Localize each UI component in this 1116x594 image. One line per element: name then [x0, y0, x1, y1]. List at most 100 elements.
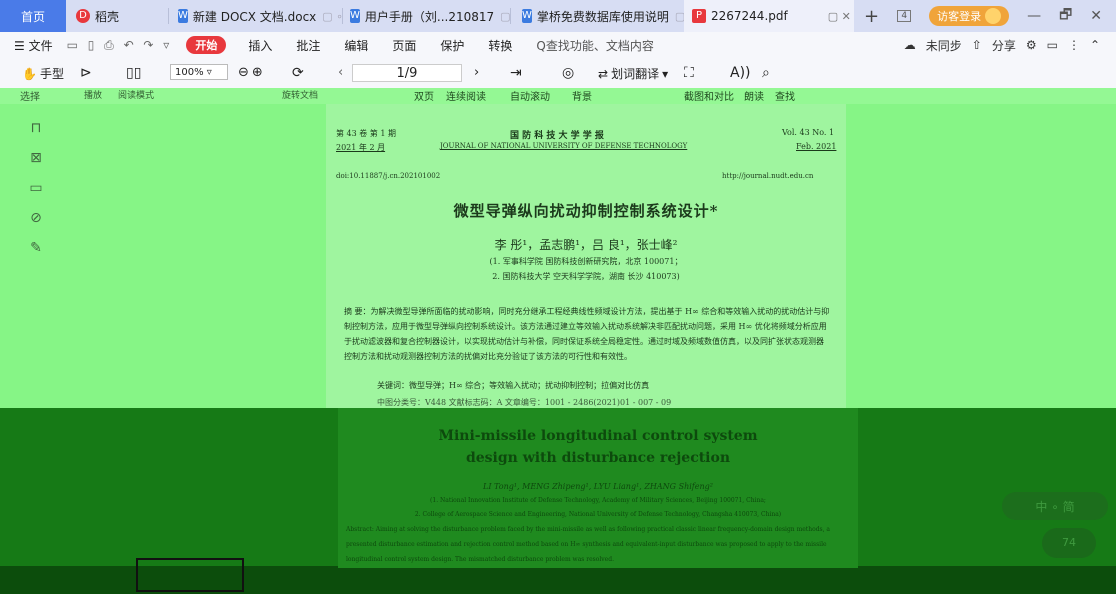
zoom-select[interactable]: 100% ▿	[170, 64, 228, 80]
menu-annotate[interactable]: 批注	[296, 37, 320, 54]
signature-icon[interactable]: ✎	[28, 240, 44, 256]
page-number-input[interactable]: 1/9	[352, 64, 462, 82]
eye-icon[interactable]: ◎	[562, 65, 574, 81]
unsynced-label[interactable]: 未同步	[926, 37, 962, 54]
word-icon: W	[178, 9, 188, 23]
tab-divider	[510, 8, 511, 24]
menu-convert[interactable]: 转换	[488, 37, 512, 54]
tab-manual[interactable]: W 用户手册（刘...210817 ▢	[350, 0, 511, 32]
restore-button[interactable]: 🗗	[1059, 4, 1072, 28]
new-tab-button[interactable]: +	[864, 0, 879, 32]
tab-label: 新建 DOCX 文档.docx	[192, 9, 317, 24]
translate-label: 划词翻译	[611, 67, 660, 81]
compare-button[interactable]: 截图和对比	[684, 88, 734, 103]
left-sidebar: ⊓ ⊠ ▭ ⊘ ✎	[0, 104, 60, 404]
book-icon: ▯▯	[126, 65, 142, 81]
hand-label: 手型	[39, 67, 64, 81]
share-label[interactable]: 分享	[992, 37, 1016, 54]
rotate-icon[interactable]: ⟳	[292, 65, 304, 81]
background-button[interactable]: 背景	[572, 88, 592, 103]
zoom-in-icon[interactable]: ⊕	[252, 65, 263, 80]
read-mode-label[interactable]: 阅读模式	[118, 88, 154, 101]
tab-divider	[168, 8, 169, 24]
settings-icon[interactable]: ⚙	[1026, 38, 1037, 52]
find-button[interactable]: 查找	[775, 88, 795, 103]
menu-insert[interactable]: 插入	[248, 37, 272, 54]
zoom-buttons[interactable]: ⊖ ⊕	[238, 65, 263, 80]
right-actions: ☁ 未同步 ⇧ 分享 ⚙ ▭ ⋮ ⌃	[904, 32, 1100, 58]
tab-close-icon[interactable]: ▢ ✕	[828, 10, 851, 23]
tab-database[interactable]: W 掌桥免费数据库使用说明 ▢	[522, 0, 685, 32]
affiliation-1: (1. 军事科学院 国防科技创新研究院，北京 100071；	[489, 257, 683, 266]
translate-button[interactable]: ⇄ 划词翻译 ▾	[598, 65, 668, 82]
avatar	[985, 8, 1002, 24]
menu-bar: ☰ 文件 ▭ ▯ ⎙ ↶ ↷ ▿ 开始 插入 批注 编辑 页面 保护 转换 Q查…	[0, 32, 1116, 58]
tab-label: 用户手册（刘...210817	[364, 9, 495, 24]
tab-pdf-active[interactable]: P 2267244.pdf ▢ ✕	[684, 0, 854, 32]
visitor-login-button[interactable]: 访客登录	[929, 6, 1010, 26]
play-button[interactable]: ⊳	[80, 65, 92, 81]
tab-label: 掌桥免费数据库使用说明	[536, 9, 669, 24]
rotate-label[interactable]: 旋转文档	[282, 88, 318, 101]
tab-docx[interactable]: W 新建 DOCX 文档.docx ▢ ∘	[178, 0, 343, 32]
next-page-icon[interactable]: ›	[474, 65, 479, 80]
hand-tool[interactable]: ✋ 手型	[22, 65, 64, 82]
collapse-icon[interactable]: ⌃	[1090, 38, 1100, 52]
read-aloud-button[interactable]: 朗读	[744, 88, 764, 103]
select-tool[interactable]: 选择	[20, 88, 40, 103]
tab-divider	[342, 8, 343, 24]
journal-url[interactable]: http://journal.nudt.edu.cn	[722, 172, 813, 180]
word-icon: W	[522, 9, 532, 23]
pdf-icon: P	[692, 9, 706, 23]
read-mode-button[interactable]: ▯▯	[126, 65, 141, 81]
attachment-icon[interactable]: ⊘	[28, 210, 44, 226]
play-icon: ⊳	[80, 65, 92, 81]
double-page-button[interactable]: 双页	[414, 88, 434, 103]
prev-page-icon[interactable]: ‹	[338, 65, 343, 80]
menu-edit[interactable]: 编辑	[344, 37, 368, 54]
docer-icon: D	[76, 9, 90, 23]
share-icon[interactable]: ⇧	[972, 38, 982, 52]
search-icon[interactable]: ⌕	[762, 65, 770, 81]
last-page-icon[interactable]: ⇥	[510, 65, 522, 81]
plus-icon: +	[864, 5, 880, 27]
volume-en: Vol. 43 No. 1	[782, 128, 835, 137]
english-title-line-1: Mini-missile longitudinal control system	[438, 428, 758, 444]
close-button[interactable]: ✕	[1090, 8, 1102, 24]
window-controls: 4 访客登录 — 🗗 ✕	[897, 0, 1116, 32]
tab-close-icon[interactable]: ▢ ∘	[322, 10, 343, 23]
sync-icon[interactable]: ☁	[904, 38, 916, 52]
layout-icon[interactable]: 4	[897, 10, 912, 22]
menu-protect[interactable]: 保护	[440, 37, 464, 54]
hand-icon: ✋	[22, 66, 37, 81]
search-input[interactable]: Q查找功能、文档内容	[536, 37, 653, 54]
quick-access-icons[interactable]: ▭ ▯ ⎙ ↶ ↷ ▿	[67, 38, 173, 53]
minimize-button[interactable]: —	[1027, 8, 1041, 24]
tab-cloud-icon: ▢	[500, 9, 511, 23]
autoscroll-button[interactable]: 自动滚动	[510, 88, 550, 103]
abstract-cn: 摘 要：为解决微型导弹所面临的扰动影响，同时充分继承工程经典线性频域设计方法，提…	[344, 307, 830, 361]
bookmark-icon[interactable]: ⊓	[28, 120, 44, 136]
play-label[interactable]: 播放	[84, 88, 102, 101]
thumbnail-icon[interactable]: ⊠	[28, 150, 44, 166]
screenshot-icon[interactable]: ⛶	[684, 65, 694, 81]
continuous-read-button[interactable]: 连续阅读	[446, 88, 486, 103]
more-icon[interactable]: ⋮	[1068, 38, 1080, 52]
date-cn: 2021 年 2 月	[336, 143, 386, 152]
zoom-out-icon[interactable]: ⊖	[238, 65, 249, 80]
file-menu[interactable]: ☰ 文件	[14, 37, 53, 54]
floating-ball[interactable]: 74	[1042, 528, 1096, 558]
menu-page[interactable]: 页面	[392, 37, 416, 54]
doi[interactable]: doi:10.11887/j.cn.202101002	[336, 172, 440, 180]
comment-icon[interactable]: ▭	[1047, 38, 1058, 52]
menu-start[interactable]: 开始	[186, 36, 227, 54]
comment-icon[interactable]: ▭	[28, 180, 44, 196]
tab-home[interactable]: 首页	[0, 0, 66, 32]
tab-docer[interactable]: D 稻壳	[76, 0, 166, 32]
tab-bar: 首页 D 稻壳 W 新建 DOCX 文档.docx ▢ ∘ W 用户手册（刘..…	[0, 0, 1116, 32]
selection-rectangle	[136, 558, 244, 592]
chevron-down-icon: ▾	[662, 66, 669, 81]
ime-floating-widget[interactable]: 中 ∘ 简	[1002, 492, 1108, 520]
read-aloud-icon[interactable]: A))	[730, 65, 751, 81]
english-title-line-2: design with disturbance rejection	[465, 450, 731, 466]
